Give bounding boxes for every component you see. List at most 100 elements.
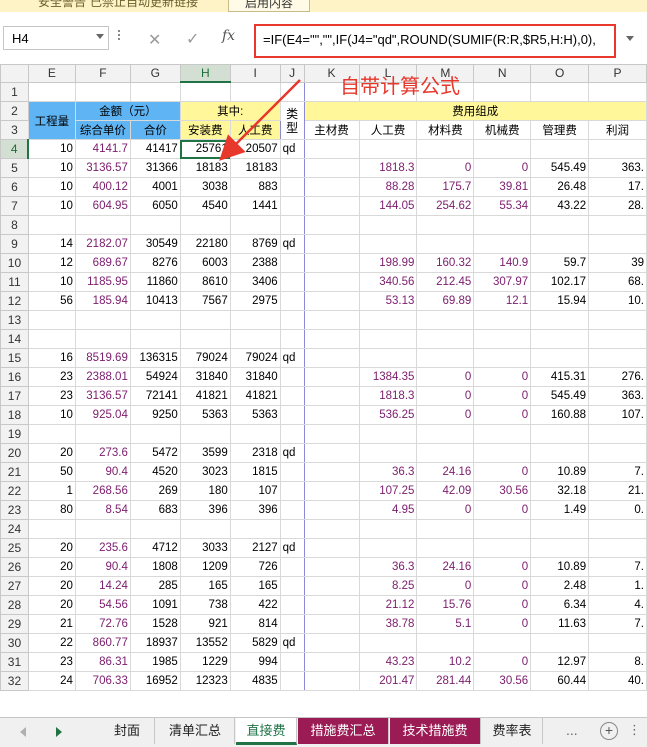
- column-header-o[interactable]: O: [530, 64, 590, 83]
- cell-g[interactable]: 1808: [129, 557, 181, 577]
- cell-o[interactable]: 6.34: [530, 595, 590, 615]
- cell-m[interactable]: 10.2: [416, 652, 475, 672]
- cell-e[interactable]: 23: [27, 386, 76, 406]
- cell-g[interactable]: 16952: [129, 671, 181, 691]
- cell[interactable]: [27, 81, 76, 102]
- cell-p[interactable]: [588, 348, 647, 368]
- row-header[interactable]: 14: [0, 329, 29, 349]
- cell-i[interactable]: [229, 310, 281, 330]
- cell-e[interactable]: [27, 329, 76, 349]
- cell-e[interactable]: 23: [27, 367, 76, 387]
- cell-m[interactable]: 212.45: [416, 272, 475, 292]
- cell-e[interactable]: 21: [27, 614, 76, 634]
- cell-l[interactable]: 144.05: [358, 196, 418, 216]
- cell-f[interactable]: 72.76: [74, 614, 131, 634]
- cell-g[interactable]: 30549: [129, 234, 181, 254]
- cell-n[interactable]: [473, 234, 532, 254]
- cell-o[interactable]: 10.89: [530, 462, 590, 482]
- cell-f[interactable]: 400.12: [74, 177, 131, 197]
- cell-g[interactable]: 6050: [129, 196, 181, 216]
- cell-p[interactable]: [588, 215, 647, 235]
- cell-h[interactable]: 180: [179, 481, 231, 501]
- cell-l[interactable]: 198.99: [358, 253, 418, 273]
- tab-scroll-icon[interactable]: ⋮: [628, 722, 641, 738]
- cell-n[interactable]: [473, 139, 532, 159]
- sheet-tab[interactable]: 费率表: [482, 718, 543, 744]
- column-header-f[interactable]: F: [74, 64, 131, 83]
- cell-f[interactable]: [74, 329, 131, 349]
- row-header[interactable]: 20: [0, 443, 29, 463]
- sheet-tab[interactable]: 措施费汇总: [298, 718, 389, 744]
- install-fee-header[interactable]: 安装费: [179, 120, 231, 140]
- column-header-j[interactable]: J: [279, 64, 305, 83]
- cell-p[interactable]: 8.: [588, 652, 647, 672]
- cell-n[interactable]: [473, 443, 532, 463]
- cell-g[interactable]: [129, 519, 181, 539]
- cell-p[interactable]: 363.: [588, 158, 647, 178]
- cell-f[interactable]: 235.6: [74, 538, 131, 558]
- cell-i[interactable]: 883: [229, 177, 281, 197]
- cell-k[interactable]: [303, 538, 360, 558]
- cell-n[interactable]: [473, 538, 532, 558]
- cell-h[interactable]: 921: [179, 614, 231, 634]
- cell-i[interactable]: 20507: [229, 139, 281, 159]
- cell-j[interactable]: [279, 481, 305, 501]
- cell-h[interactable]: 31840: [179, 367, 231, 387]
- cell-l[interactable]: 53.13: [358, 291, 418, 311]
- cell-i[interactable]: 1441: [229, 196, 281, 216]
- column-header-n[interactable]: N: [473, 64, 532, 83]
- qty-header[interactable]: 工程量: [27, 101, 76, 140]
- cell-o[interactable]: 59.7: [530, 253, 590, 273]
- cell-i[interactable]: 726: [229, 557, 281, 577]
- row-header[interactable]: 1: [0, 81, 29, 102]
- cell-p[interactable]: 28.: [588, 196, 647, 216]
- cell-j[interactable]: [279, 595, 305, 615]
- cell-j[interactable]: [279, 614, 305, 634]
- cell-i[interactable]: 18183: [229, 158, 281, 178]
- cell-m[interactable]: [416, 329, 475, 349]
- cell-j[interactable]: qd: [279, 234, 305, 254]
- cell[interactable]: [229, 81, 281, 102]
- cell-e[interactable]: 56: [27, 291, 76, 311]
- cell-l[interactable]: [358, 538, 418, 558]
- cell-m[interactable]: [416, 519, 475, 539]
- row-header[interactable]: 7: [0, 196, 29, 216]
- management-fee-header[interactable]: 管理费: [530, 120, 590, 140]
- cell-h[interactable]: 5363: [179, 405, 231, 425]
- cell-g[interactable]: 9250: [129, 405, 181, 425]
- cell-e[interactable]: 10: [27, 177, 76, 197]
- cell-k[interactable]: [303, 253, 360, 273]
- cell-g[interactable]: 136315: [129, 348, 181, 368]
- cell-k[interactable]: [303, 177, 360, 197]
- cell-g[interactable]: [129, 329, 181, 349]
- cell-f[interactable]: 8.54: [74, 500, 131, 520]
- cell-n[interactable]: [473, 633, 532, 653]
- cell-g[interactable]: [129, 215, 181, 235]
- cell-p[interactable]: 363.: [588, 386, 647, 406]
- drag-handle-icon[interactable]: [118, 30, 121, 44]
- cell-g[interactable]: 54924: [129, 367, 181, 387]
- cell-k[interactable]: [303, 405, 360, 425]
- cell-h[interactable]: [179, 519, 231, 539]
- cell-f[interactable]: 8519.69: [74, 348, 131, 368]
- cell-j[interactable]: [279, 158, 305, 178]
- cell-o[interactable]: [530, 310, 590, 330]
- cell-m[interactable]: [416, 215, 475, 235]
- row-header[interactable]: 24: [0, 519, 29, 539]
- cell-k[interactable]: [303, 310, 360, 330]
- cell-i[interactable]: 2127: [229, 538, 281, 558]
- cell-e[interactable]: 20: [27, 443, 76, 463]
- column-header-e[interactable]: E: [27, 64, 76, 83]
- row-header[interactable]: 31: [0, 652, 29, 672]
- cell-o[interactable]: 2.48: [530, 576, 590, 596]
- cell-i[interactable]: [229, 215, 281, 235]
- cell-k[interactable]: [303, 234, 360, 254]
- cell-p[interactable]: 40.: [588, 671, 647, 691]
- cell-i[interactable]: 396: [229, 500, 281, 520]
- cell-o[interactable]: 1.49: [530, 500, 590, 520]
- cell-k[interactable]: [303, 424, 360, 444]
- cell-e[interactable]: 50: [27, 462, 76, 482]
- cell-h[interactable]: 4540: [179, 196, 231, 216]
- cell-f[interactable]: 925.04: [74, 405, 131, 425]
- cell-n[interactable]: [473, 215, 532, 235]
